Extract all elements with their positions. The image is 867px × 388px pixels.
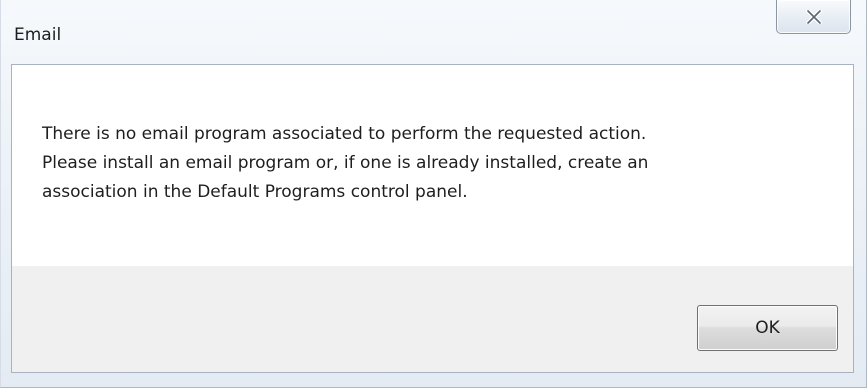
message-line: There is no email program associated to …: [42, 124, 647, 144]
dialog-client-area: There is no email program associated to …: [11, 64, 854, 373]
email-dialog-window: Email There is no email program associat…: [0, 0, 867, 388]
ok-button[interactable]: OK: [697, 305, 838, 351]
dialog-message: There is no email program associated to …: [42, 120, 842, 207]
message-line: association in the Default Programs cont…: [42, 182, 468, 202]
button-bar: OK: [12, 266, 853, 372]
window-title: Email: [14, 25, 62, 45]
message-area: There is no email program associated to …: [12, 65, 853, 266]
close-icon: [805, 9, 822, 24]
close-button[interactable]: [776, 0, 851, 34]
message-line: Please install an email program or, if o…: [42, 153, 649, 173]
